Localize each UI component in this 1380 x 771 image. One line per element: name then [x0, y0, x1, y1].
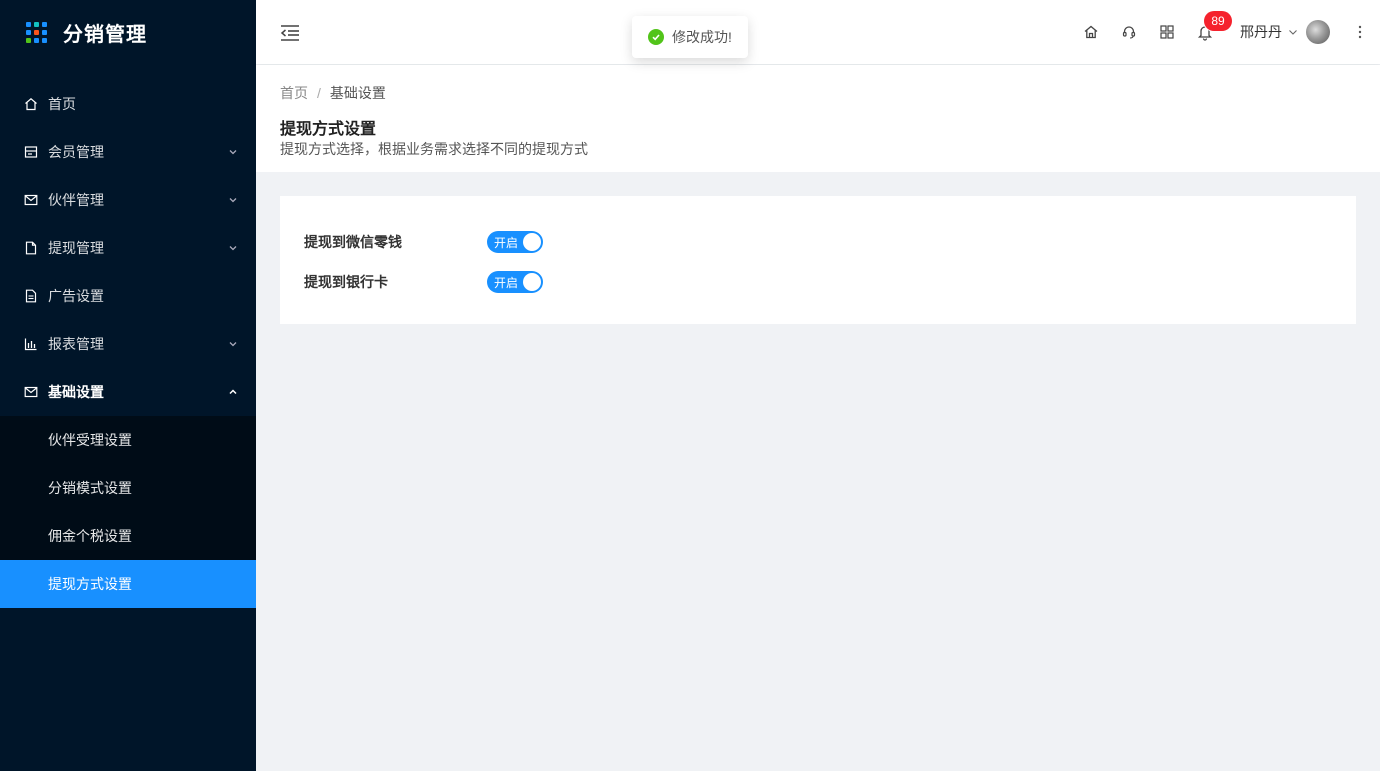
- sidebar-subitem-commission-tax[interactable]: 佣金个税设置: [0, 512, 256, 560]
- chevron-up-icon: [228, 387, 238, 397]
- doc-icon: [24, 289, 38, 303]
- form-label: 提现到微信零钱: [304, 234, 402, 250]
- success-toast: 修改成功!: [632, 16, 748, 58]
- sidebar-item-label: 广告设置: [48, 288, 104, 304]
- chevron-down-icon: [1288, 27, 1298, 37]
- settings-card: 提现到微信零钱 开启 提现到银行卡 开启: [280, 196, 1356, 324]
- apps-grid-icon[interactable]: [1148, 0, 1186, 64]
- sidebar: 分销管理 首页 会员管理 伙伴管理 提现管理 广告设置 报表管理 基础设置 伙伴…: [0, 0, 256, 771]
- notification-bell-icon[interactable]: 89: [1186, 0, 1232, 64]
- menu-fold-icon[interactable]: [280, 24, 300, 42]
- sidebar-item-withdrawals[interactable]: 提现管理: [0, 224, 256, 272]
- basic-settings-submenu: 伙伴受理设置 分销模式设置 佣金个税设置 提现方式设置: [0, 416, 256, 608]
- sidebar-item-basic-settings[interactable]: 基础设置: [0, 368, 256, 416]
- sidebar-item-label: 基础设置: [48, 384, 104, 400]
- headset-icon[interactable]: [1110, 0, 1148, 64]
- file-icon: [24, 241, 38, 255]
- chevron-down-icon: [228, 243, 238, 253]
- app-title: 分销管理: [63, 23, 147, 46]
- check-circle-icon: [648, 29, 664, 45]
- sidebar-item-label: 伙伴管理: [48, 192, 104, 208]
- sidebar-item-home[interactable]: 首页: [0, 80, 256, 128]
- user-menu[interactable]: 邢丹丹: [1240, 20, 1330, 44]
- page-description: 提现方式选择，根据业务需求选择不同的提现方式: [280, 141, 588, 157]
- sidebar-item-label: 首页: [48, 96, 76, 112]
- home-icon: [24, 97, 38, 111]
- user-name: 邢丹丹: [1240, 24, 1282, 40]
- app-grid-icon: [26, 21, 47, 43]
- logo[interactable]: 分销管理: [0, 0, 256, 64]
- switch-knob: [523, 233, 541, 251]
- chevron-down-icon: [228, 147, 238, 157]
- switch-knob: [523, 273, 541, 291]
- notification-badge: 89: [1204, 11, 1232, 31]
- sidebar-item-label: 提现管理: [48, 240, 104, 256]
- sidebar-subitem-withdraw-method[interactable]: 提现方式设置: [0, 560, 256, 608]
- mail-icon: [24, 385, 38, 399]
- avatar[interactable]: [1306, 20, 1330, 44]
- sidebar-item-label: 报表管理: [48, 336, 104, 352]
- top-header: 89 邢丹丹: [256, 0, 1380, 64]
- form-label: 提现到银行卡: [304, 274, 388, 290]
- chevron-down-icon: [228, 195, 238, 205]
- sidebar-item-reports[interactable]: 报表管理: [0, 320, 256, 368]
- home-icon[interactable]: [1072, 0, 1110, 64]
- bank-card-withdraw-switch[interactable]: 开启: [487, 271, 543, 293]
- breadcrumb-home[interactable]: 首页: [280, 83, 308, 103]
- sidebar-subitem-partner-acceptance[interactable]: 伙伴受理设置: [0, 416, 256, 464]
- sidebar-item-partners[interactable]: 伙伴管理: [0, 176, 256, 224]
- breadcrumb-separator: /: [317, 85, 321, 101]
- breadcrumb-current: 基础设置: [329, 85, 386, 101]
- page-header: 首页 / 基础设置 提现方式设置 提现方式选择，根据业务需求选择不同的提现方式: [256, 65, 1380, 172]
- form-row-bank: 提现到银行卡 开启: [304, 270, 543, 294]
- bar-chart-icon: [24, 337, 38, 351]
- sidebar-subitem-distribution-mode[interactable]: 分销模式设置: [0, 464, 256, 512]
- sidebar-menu: 首页 会员管理 伙伴管理 提现管理 广告设置 报表管理 基础设置 伙伴受理设置 …: [0, 80, 256, 608]
- member-icon: [24, 145, 38, 159]
- header-actions: 89 邢丹丹: [1072, 0, 1380, 64]
- sidebar-item-label: 会员管理: [48, 144, 104, 160]
- sidebar-item-ads[interactable]: 广告设置: [0, 272, 256, 320]
- breadcrumb: 首页 / 基础设置: [280, 83, 386, 103]
- switch-text: 开启: [494, 235, 519, 250]
- more-vertical-icon[interactable]: [1340, 0, 1380, 64]
- toast-message: 修改成功!: [672, 29, 732, 45]
- form-row-wechat: 提现到微信零钱 开启: [304, 230, 543, 254]
- chevron-down-icon: [228, 339, 238, 349]
- switch-text: 开启: [494, 275, 519, 290]
- mail-icon: [24, 193, 38, 207]
- wechat-withdraw-switch[interactable]: 开启: [487, 231, 543, 253]
- page-title: 提现方式设置: [280, 121, 377, 138]
- sidebar-item-members[interactable]: 会员管理: [0, 128, 256, 176]
